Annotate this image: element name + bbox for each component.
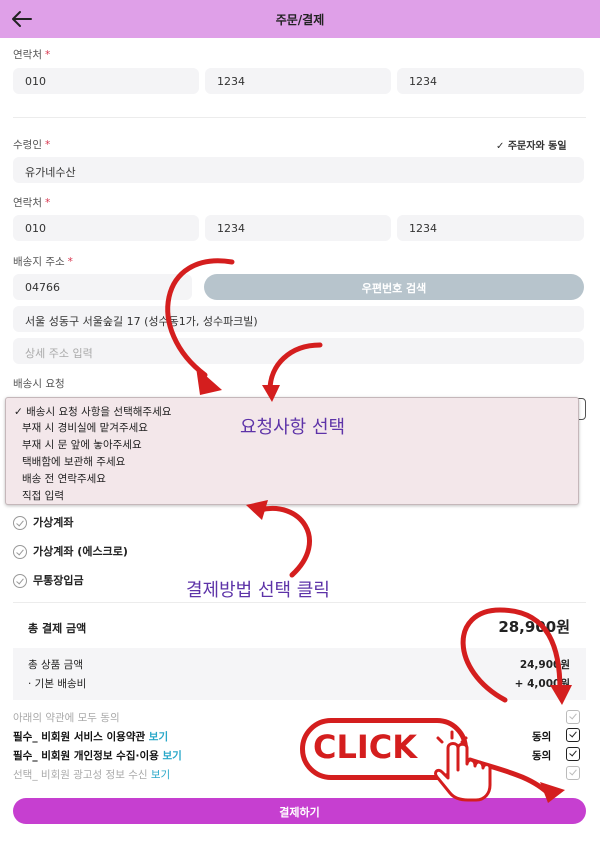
arrow-to-dropdown xyxy=(165,258,235,378)
click-label: CLICK xyxy=(312,728,418,766)
annotation-payment: 결제방법 선택 클릭 xyxy=(186,580,330,601)
arrow-to-payment xyxy=(257,506,312,578)
annotation-request: 요청사항 선택 xyxy=(240,417,346,438)
arrow-to-checkbox xyxy=(460,607,563,703)
arrow-to-dropdown-2 xyxy=(267,342,323,393)
hand-pointer-icon xyxy=(434,730,492,802)
